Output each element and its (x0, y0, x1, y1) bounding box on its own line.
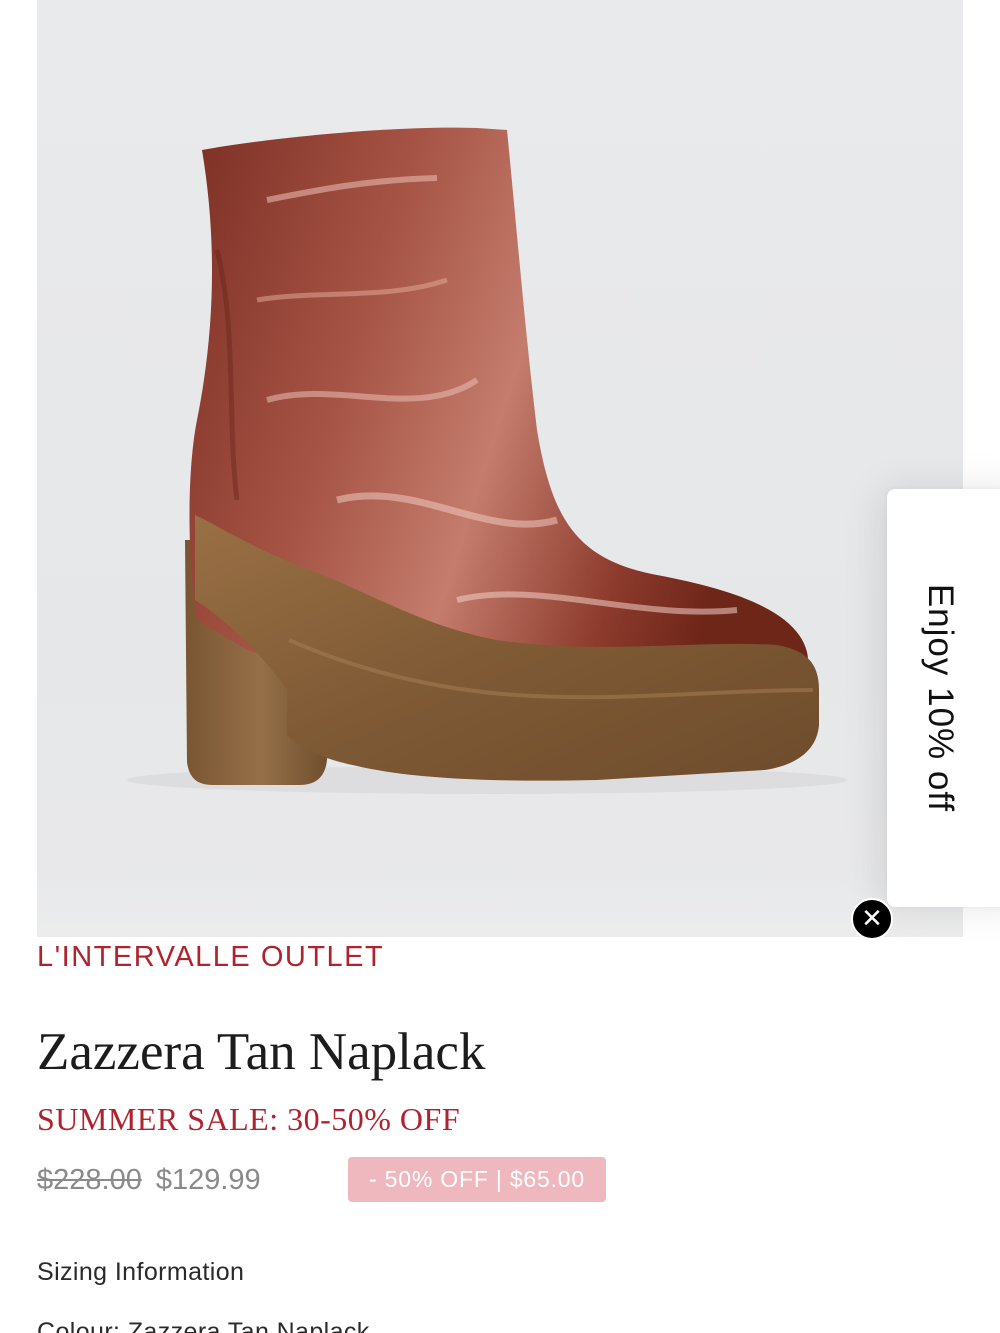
promo-tab-label[interactable]: Enjoy 10% off (920, 584, 960, 812)
product-title: Zazzera Tan Naplack (37, 1023, 486, 1081)
sizing-information-link[interactable]: Sizing Information (37, 1258, 244, 1287)
product-image[interactable] (37, 0, 963, 937)
discount-badge: - 50% OFF | $65.00 (348, 1157, 606, 1202)
boot-image (37, 127, 963, 937)
sale-banner: SUMMER SALE: 30-50% OFF (37, 1101, 461, 1137)
original-price: $228.00 (37, 1163, 142, 1196)
close-icon[interactable]: ✕ (851, 898, 893, 940)
colour-label: Colour: Zazzera Tan Naplack (37, 1318, 370, 1333)
sale-price: $129.99 (155, 1163, 261, 1196)
product-page: L'INTERVALLE OUTLET Zazzera Tan Naplack … (0, 0, 1000, 1333)
price-row: $228.00 $129.99 (37, 1160, 261, 1200)
brand-label[interactable]: L'INTERVALLE OUTLET (37, 941, 384, 974)
